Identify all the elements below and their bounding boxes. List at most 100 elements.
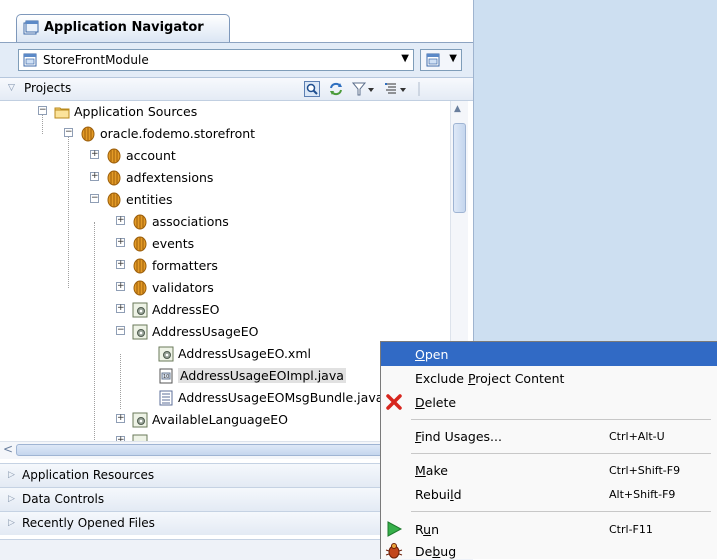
expand-toggle-icon[interactable]: +	[116, 414, 125, 423]
tree-guide	[94, 222, 95, 441]
scrollbar-thumb[interactable]	[16, 444, 436, 456]
tree-item-label: AddressEO	[152, 302, 220, 317]
package-icon	[133, 280, 147, 296]
delete-icon	[386, 394, 402, 410]
folder-icon	[54, 107, 70, 119]
package-icon	[81, 126, 95, 142]
expand-triangle-icon: ▷	[8, 470, 15, 480]
expand-toggle-icon[interactable]: +	[90, 172, 99, 181]
tree-item-label: AddressUsageEOMsgBundle.java	[178, 390, 384, 405]
menu-separator	[411, 511, 711, 512]
menu-item-shortcut: Ctrl+Shift-F9	[609, 464, 681, 477]
menu-item-delete[interactable]: Delete	[381, 390, 717, 414]
navigator-tab-title: Application Navigator	[44, 20, 204, 35]
svg-text:10: 10	[163, 374, 169, 380]
package-icon	[133, 236, 147, 252]
package-icon	[133, 258, 147, 274]
accordion-label: Application Resources	[22, 468, 155, 482]
menu-item-open[interactable]: Open	[381, 342, 717, 366]
entity-object-icon	[132, 302, 148, 318]
package-icon	[107, 148, 121, 164]
entity-object-icon	[132, 324, 148, 340]
expand-toggle-icon[interactable]: +	[90, 150, 99, 159]
application-navigator-icon	[23, 20, 39, 35]
menu-item-find-usages[interactable]: Find Usages... Ctrl+Alt-U	[381, 424, 717, 448]
tree-item-label: adfextensions	[126, 170, 214, 185]
mnemonic-letter: F	[415, 429, 422, 444]
collapse-toggle-icon[interactable]: −	[116, 326, 125, 335]
java-file-icon: 10	[159, 368, 173, 384]
tree-item-label: associations	[152, 214, 229, 229]
package-icon	[133, 214, 147, 230]
expand-toggle-icon[interactable]: +	[116, 304, 125, 313]
sort-options-icon[interactable]	[384, 81, 408, 97]
filter-icon[interactable]	[352, 81, 376, 97]
navigator-tabstrip: Application Navigator	[0, 0, 473, 43]
mnemonic-letter: l	[450, 487, 454, 502]
module-select[interactable]: StoreFrontModule ▼	[18, 49, 414, 71]
accordion-label: Recently Opened Files	[22, 516, 155, 530]
projects-label: Projects	[24, 81, 72, 95]
menu-item-label: Delete	[415, 395, 457, 410]
tree-item-label: AddressUsageEO.xml	[178, 346, 311, 361]
tree-item-label: validators	[152, 280, 214, 295]
menu-item-run[interactable]: Run Ctrl-F11	[381, 517, 717, 541]
collapse-toggle-icon[interactable]: −	[64, 128, 73, 137]
menu-item-shortcut: Alt+Shift-F9	[609, 488, 676, 501]
tree-item-label: events	[152, 236, 195, 251]
tree-item-label: Application Sources	[74, 104, 198, 119]
mnemonic-letter: b	[432, 544, 441, 559]
menu-item-debug[interactable]: Debug	[381, 539, 717, 559]
menu-item-shortcut: Ctrl-F11	[609, 523, 653, 536]
toolbar-divider-icon	[418, 82, 420, 96]
mnemonic-letter: u	[423, 522, 432, 537]
tree-guide	[42, 112, 43, 134]
tree-item-label: AddressUsageEO	[152, 324, 259, 339]
expand-triangle-icon: ▷	[8, 518, 15, 528]
expand-toggle-icon[interactable]: +	[116, 260, 125, 269]
mnemonic-letter: M	[415, 463, 426, 478]
tree-item-label: entities	[126, 192, 173, 207]
menu-item-make[interactable]: Make Ctrl+Shift-F9	[381, 458, 717, 482]
tree-item-label: ...	[152, 434, 164, 441]
mnemonic-letter: P	[467, 371, 476, 386]
collapse-toggle-icon[interactable]: −	[38, 106, 47, 115]
menu-item-exclude-project-content[interactable]: Exclude Project Content	[381, 366, 717, 390]
mnemonic-letter: D	[415, 395, 425, 410]
tree-guide	[68, 134, 69, 288]
sync-icon[interactable]	[328, 81, 344, 97]
menu-item-label: Rebuild	[415, 487, 462, 502]
scroll-left-icon[interactable]: <	[3, 442, 13, 456]
module-options-icon	[426, 53, 440, 67]
menu-item-rebuild[interactable]: Rebuild Alt+Shift-F9	[381, 482, 717, 506]
expand-triangle-icon: ▷	[8, 494, 15, 504]
menu-separator	[411, 453, 711, 454]
collapse-toggle-icon[interactable]: −	[90, 194, 99, 203]
tree-item-label: oracle.fodemo.storefront	[100, 126, 256, 141]
application-navigator-tab[interactable]: Application Navigator	[16, 14, 230, 42]
scroll-up-icon[interactable]: ▲	[454, 104, 461, 114]
expand-toggle-icon[interactable]: +	[116, 216, 125, 225]
run-icon	[387, 521, 403, 537]
module-select-value: StoreFrontModule	[43, 53, 149, 67]
context-menu: Open Exclude Project Content Delete Find…	[380, 341, 717, 559]
menu-item-label: Find Usages...	[415, 429, 502, 444]
projects-header[interactable]: ▽ Projects	[0, 78, 473, 101]
menu-separator	[411, 419, 711, 420]
expand-toggle-icon[interactable]: +	[116, 238, 125, 247]
bundle-file-icon	[159, 390, 173, 406]
search-icon[interactable]	[304, 81, 320, 97]
package-icon	[107, 192, 121, 208]
menu-item-label: Open	[415, 347, 449, 362]
module-options-button[interactable]: ▼	[420, 49, 462, 71]
tree-item-label: account	[126, 148, 176, 163]
expand-toggle-icon[interactable]: +	[116, 282, 125, 291]
package-icon	[107, 170, 121, 186]
scrollbar-thumb[interactable]	[453, 123, 466, 213]
accordion-label: Data Controls	[22, 492, 105, 506]
tree-guide	[120, 354, 121, 409]
menu-item-label: Debug	[415, 544, 457, 559]
chevron-down-icon: ▼	[449, 53, 457, 64]
module-selector-row: StoreFrontModule ▼ ▼	[0, 43, 473, 78]
xml-file-icon	[158, 346, 174, 362]
